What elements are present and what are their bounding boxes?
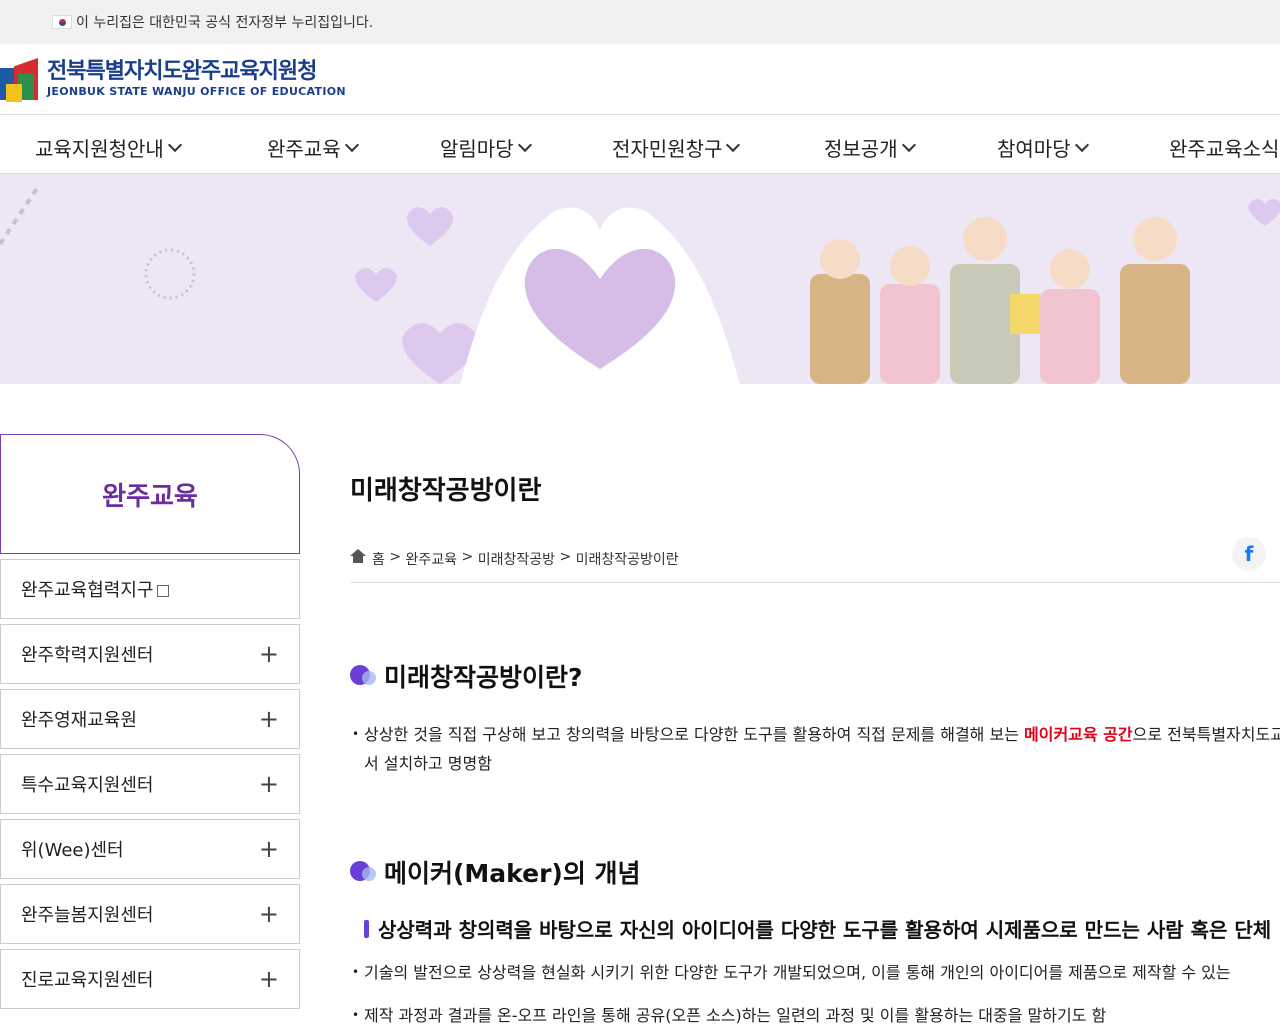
chevron-down-icon <box>901 137 916 152</box>
breadcrumb-current: 미래창작공방이란 <box>575 552 679 568</box>
breadcrumb-future-workshop[interactable]: 미래창작공방 <box>478 549 555 569</box>
breadcrumb-wanju-education[interactable]: 완주교육 <box>406 549 458 569</box>
chevron-down-icon <box>344 137 359 152</box>
chevron-down-icon <box>167 137 182 152</box>
workshop-description: 상상한 것을 직접 구상해 보고 창의력을 바탕으로 다양한 도구를 활용하여 … <box>352 720 1280 778</box>
external-link-icon <box>157 585 170 597</box>
chevron-down-icon <box>517 137 532 152</box>
maker-bullet-1: 기술의 발전으로 상상력을 현실화 시키기 위한 다양한 도구가 개발되었으며,… <box>352 958 1231 987</box>
facebook-icon: f <box>1244 542 1254 566</box>
logo-mark-icon <box>0 56 42 102</box>
korea-flag-icon <box>52 15 72 29</box>
bullet-dot-icon <box>350 665 376 687</box>
lnb-item-neulbom-center[interactable]: 완주늘봄지원센터 + <box>0 884 300 944</box>
gnb-item-participation[interactable]: 참여마당 <box>997 133 1089 162</box>
lnb-title: 완주교육 <box>0 434 300 554</box>
lnb-item-career-center[interactable]: 진로교육지원센터 + <box>0 949 300 1009</box>
breadcrumb-home[interactable]: 홈 <box>372 549 385 569</box>
plus-icon[interactable]: + <box>259 642 279 666</box>
lnb-item-wee-center[interactable]: 위(Wee)센터 + <box>0 819 300 879</box>
lnb-item-gifted-education[interactable]: 완주영재교육원 + <box>0 689 300 749</box>
chevron-down-icon <box>726 137 741 152</box>
lnb-item-academic-center[interactable]: 완주학력지원센터 + <box>0 624 300 684</box>
subheading-bar-icon <box>364 919 369 938</box>
logo-name-ko: 전북특별자치도완주교육지원청 <box>47 59 317 84</box>
site-header: 전북특별자치도완주교육지원청 JEONBUK STATE WANJU OFFIC… <box>0 44 1280 115</box>
gov-notice-text: 이 누리집은 대한민국 공식 전자정부 누리집입니다. <box>76 15 374 31</box>
site-logo[interactable]: 전북특별자치도완주교육지원청 JEONBUK STATE WANJU OFFIC… <box>0 56 346 102</box>
plus-icon[interactable]: + <box>259 902 279 926</box>
gnb-item-disclosure[interactable]: 정보공개 <box>824 133 916 162</box>
main-content: 미래창작공방이란 홈 > 완주교육 > 미래창작공방 > 미래창작공방이란 f … <box>350 470 1280 1030</box>
students-illustration <box>810 217 1190 384</box>
gnb-item-news[interactable]: 완주교육소식 <box>1169 133 1279 162</box>
gov-notice-bar: 이 누리집은 대한민국 공식 전자정부 누리집입니다. <box>0 0 1280 44</box>
home-icon <box>350 549 366 563</box>
sub-visual-banner <box>0 174 1280 384</box>
bullet-dot-icon <box>350 861 376 883</box>
facebook-share-button[interactable]: f <box>1232 537 1266 571</box>
heart-hands-illustration <box>460 207 740 384</box>
gnb-item-wanju-education[interactable]: 완주교육 <box>267 133 359 162</box>
lnb-item-cooperation-district[interactable]: 완주교육협력지구 <box>0 559 300 619</box>
logo-name-en: JEONBUK STATE WANJU OFFICE OF EDUCATION <box>47 85 346 98</box>
gnb-item-office-info[interactable]: 교육지원청안내 <box>35 133 182 162</box>
side-navigation: 완주교육 완주교육협력지구 완주학력지원센터 + 완주영재교육원 + 특수교육지원센… <box>0 434 300 1009</box>
main-navigation: 교육지원청안내 완주교육 알림마당 전자민원창구 정보공개 참여마당 완주교육소… <box>0 115 1280 174</box>
gnb-item-e-civil[interactable]: 전자민원창구 <box>612 133 741 162</box>
section-heading-maker: 메이커(Maker)의 개념 <box>350 854 641 890</box>
plus-icon[interactable]: + <box>259 837 279 861</box>
plus-icon[interactable]: + <box>259 967 279 991</box>
maker-bullet-2: 제작 과정과 결과를 온-오프 라인을 통해 공유(오픈 소스)하는 일련의 과… <box>352 1001 1106 1030</box>
lnb-item-special-education[interactable]: 특수교육지원센터 + <box>0 754 300 814</box>
page-title: 미래창작공방이란 <box>350 476 542 506</box>
highlight-maker-space: 메이커교육 공간 <box>1024 725 1133 744</box>
section-heading-workshop: 미래창작공방이란? <box>350 658 583 694</box>
plus-icon[interactable]: + <box>259 707 279 731</box>
plus-icon[interactable]: + <box>259 772 279 796</box>
breadcrumb: 홈 > 완주교육 > 미래창작공방 > 미래창작공방이란 f <box>350 537 1280 583</box>
gnb-item-notices[interactable]: 알림마당 <box>440 133 532 162</box>
chevron-down-icon <box>1074 137 1089 152</box>
maker-subheading: 상상력과 창의력을 바탕으로 자신의 아이디어를 다양한 도구를 활용하여 시제… <box>364 914 1271 943</box>
